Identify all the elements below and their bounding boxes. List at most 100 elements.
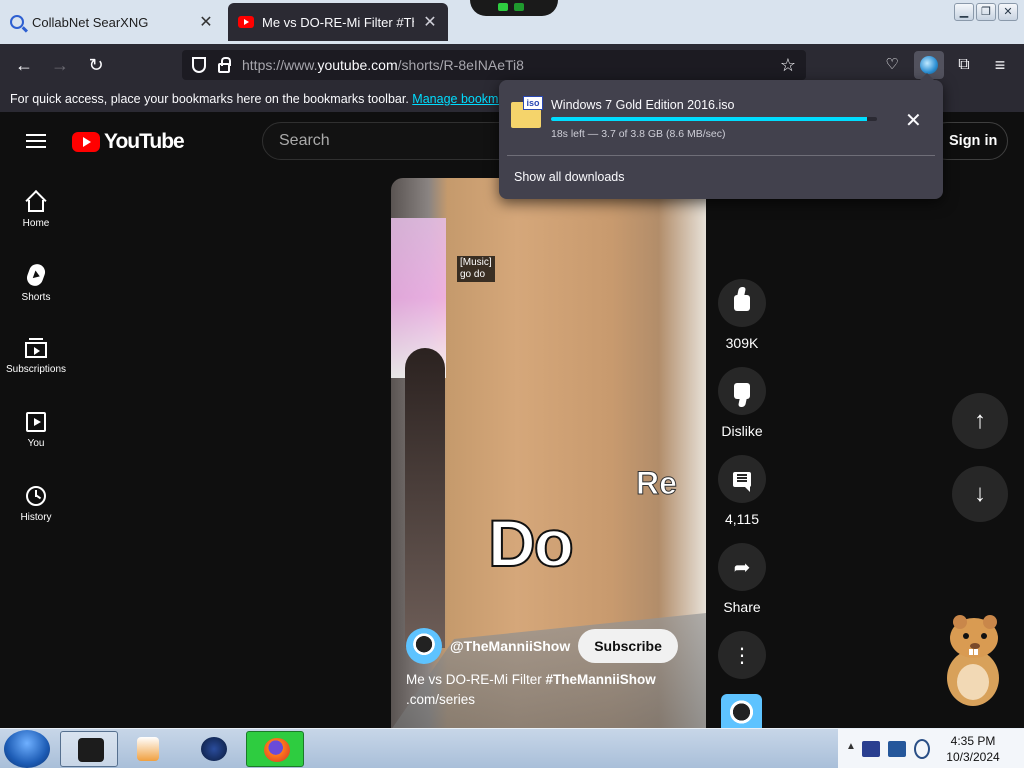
like-action[interactable]: 309K — [718, 279, 766, 351]
sidebar-item-you[interactable]: You — [0, 412, 72, 449]
taskbar-app-firefox[interactable] — [246, 731, 304, 767]
tab-searxng[interactable]: CollabNet SearXNG ✕ — [0, 3, 224, 41]
comment-icon — [733, 471, 751, 492]
extensions-icon[interactable]: ⧉ — [950, 52, 978, 78]
downloads-panel: iso Windows 7 Gold Edition 2016.iso 18s … — [499, 73, 943, 199]
tab-title: Me vs DO-RE-Mi Filter #TheMannii — [262, 14, 414, 30]
video-overlay-text-re: Re — [636, 465, 678, 502]
home-icon — [28, 200, 44, 212]
iso-file-icon: iso — [511, 96, 543, 128]
start-button[interactable] — [4, 730, 50, 768]
youtube-wordmark: YouTube — [104, 130, 185, 153]
more-vert-icon: ⋮ — [732, 644, 752, 667]
like-button[interactable] — [718, 279, 766, 327]
tray-volume-icon[interactable] — [914, 739, 930, 759]
download-progress-fill — [551, 117, 868, 121]
channel-name[interactable]: @TheManniiShow — [450, 638, 570, 654]
sidebar-item-home[interactable]: Home — [0, 190, 72, 229]
sidebar-item-subscriptions[interactable]: Subscriptions — [0, 338, 72, 375]
bookmark-star-icon[interactable]: ☆ — [780, 55, 796, 76]
reload-button[interactable]: ↻ — [82, 52, 110, 78]
comment-count: 4,115 — [725, 511, 759, 527]
tray-network-icon[interactable] — [888, 741, 906, 757]
forward-button[interactable]: → — [46, 52, 74, 78]
arrow-down-icon: ↓ — [974, 480, 986, 507]
tray-shield-icon[interactable] — [862, 741, 880, 757]
sidebar-item-label: Subscriptions — [5, 364, 67, 375]
back-button[interactable]: ← — [10, 52, 38, 78]
pocket-icon[interactable]: ♡ — [878, 52, 906, 78]
taskbar-app-terminal[interactable] — [60, 731, 118, 767]
sidebar-item-history[interactable]: History — [0, 486, 72, 523]
desktop-hamster-mascot — [947, 615, 999, 706]
cancel-download-button[interactable]: ✕ — [905, 108, 922, 133]
you-icon — [26, 412, 46, 432]
panel-arrow — [919, 73, 935, 81]
maximize-button[interactable]: ❐ — [976, 3, 996, 21]
more-options-button[interactable]: ⋮ — [718, 631, 766, 679]
notch-light — [498, 3, 508, 11]
youtube-icon — [238, 16, 254, 28]
close-icon[interactable]: ✕ — [198, 12, 214, 32]
next-short-button[interactable]: ↓ — [952, 466, 1008, 522]
url-bar[interactable]: https://www.youtube.com/shorts/R-8eINAeT… — [182, 50, 806, 80]
tray-expand-icon[interactable]: ▲ — [846, 741, 856, 752]
hamburger-menu-icon[interactable] — [26, 134, 46, 148]
taskbar-app-media-player[interactable] — [120, 731, 178, 767]
thumbs-up-icon — [734, 295, 750, 311]
download-progress-icon — [920, 56, 938, 74]
taskbar-app-globe[interactable] — [184, 731, 242, 767]
history-icon — [26, 486, 46, 506]
youtube-logo[interactable]: YouTube — [72, 130, 185, 154]
dislike-button[interactable] — [718, 367, 766, 415]
search-icon — [10, 15, 24, 29]
sidebar-item-label: Shorts — [21, 292, 51, 303]
screen: CollabNet SearXNG ✕ Me vs DO-RE-Mi Filte… — [0, 0, 1024, 768]
bookmarks-hint: For quick access, place your bookmarks h… — [10, 92, 409, 106]
youtube-play-icon — [72, 132, 100, 152]
arrow-up-icon: ↑ — [974, 407, 986, 434]
window-notch-decoration — [470, 0, 558, 16]
share-label: Share — [723, 599, 761, 615]
firefox-icon — [264, 738, 290, 762]
show-all-downloads-button[interactable]: Show all downloads — [514, 170, 625, 184]
dislike-label: Dislike — [721, 423, 763, 439]
tab-title: CollabNet SearXNG — [32, 14, 149, 30]
panel-divider — [507, 155, 935, 156]
notch-light — [514, 3, 524, 11]
download-progress-bar — [551, 117, 877, 121]
url-text[interactable]: https://www.youtube.com/shorts/R-8eINAeT… — [242, 57, 768, 73]
search-input[interactable]: Search — [262, 122, 512, 160]
close-window-button[interactable]: ✕ — [998, 3, 1018, 21]
media-player-icon — [137, 737, 159, 761]
minimize-button[interactable]: ▁ — [954, 3, 974, 21]
share-button[interactable]: ➦ — [718, 543, 766, 591]
sidebar-item-label: You — [27, 438, 45, 449]
previous-short-button[interactable]: ↑ — [952, 393, 1008, 449]
channel-avatar[interactable] — [406, 628, 442, 664]
sidebar-item-shorts[interactable]: Shorts — [0, 261, 72, 303]
clock-time: 4:35 PM — [950, 734, 996, 748]
lock-icon[interactable] — [218, 56, 231, 73]
more-actions[interactable]: ⋮ — [718, 631, 766, 687]
share-action[interactable]: ➦ Share — [718, 543, 766, 615]
taskbar-clock[interactable]: 4:35 PM 10/3/2024 — [938, 733, 1008, 765]
menu-icon[interactable]: ≡ — [986, 52, 1014, 78]
tab-youtube-short[interactable]: Me vs DO-RE-Mi Filter #TheMannii ✕ — [228, 3, 448, 41]
subscribe-button[interactable]: Subscribe — [578, 629, 678, 663]
video-title[interactable]: Me vs DO-RE-Mi Filter #TheManniiShow .co… — [406, 670, 656, 710]
terminal-icon — [78, 738, 104, 762]
tab-strip: CollabNet SearXNG ✕ Me vs DO-RE-Mi Filte… — [0, 0, 1024, 44]
download-filename[interactable]: Windows 7 Gold Edition 2016.iso — [551, 98, 734, 112]
system-tray: ▲ 4:35 PM 10/3/2024 — [838, 729, 1024, 768]
close-icon[interactable]: ✕ — [422, 12, 438, 32]
comments-button[interactable] — [718, 455, 766, 503]
shorts-icon — [24, 261, 48, 289]
window-controls: ▁ ❐ ✕ — [954, 3, 1018, 21]
windows-taskbar: ▲ 4:35 PM 10/3/2024 — [0, 728, 1024, 768]
file-type-badge: iso — [523, 96, 543, 110]
tracking-protection-icon[interactable] — [192, 57, 206, 73]
comments-action[interactable]: 4,115 — [718, 455, 766, 527]
globe-icon — [201, 737, 227, 761]
dislike-action[interactable]: Dislike — [718, 367, 766, 439]
